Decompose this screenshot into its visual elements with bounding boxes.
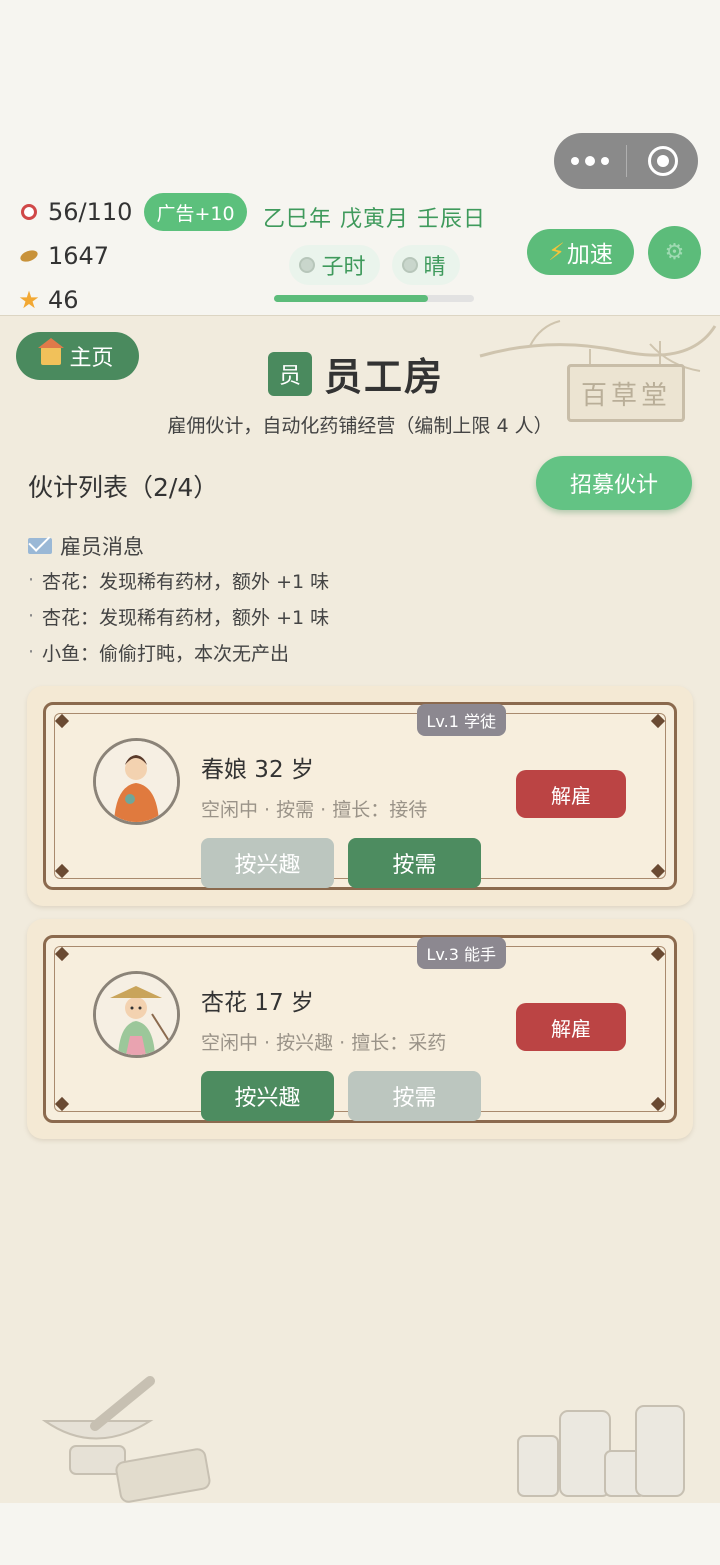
- hp-stat: 56/110 广告+10: [18, 190, 247, 234]
- lightning-icon: ⚡: [548, 238, 565, 266]
- fire-button[interactable]: 解雇: [516, 1003, 626, 1051]
- page-title-text: 员工房: [324, 355, 445, 399]
- star-value: 46: [48, 286, 79, 314]
- messages-title-text: 雇员消息: [60, 535, 144, 559]
- employee-info: 空闲中 · 按兴趣 · 擅长：采药: [201, 1032, 447, 1054]
- level-badge: Lv.3 能手: [416, 937, 506, 969]
- calendar-block: 乙巳年 戊寅月 壬辰日 子时 晴: [262, 201, 487, 285]
- avatar: [93, 971, 180, 1058]
- more-dots-icon[interactable]: [554, 133, 626, 189]
- staff-room-panel: 百草堂 主页 员 员工房 雇佣伙计，自动化药铺经营（编制上限 4 人） 伙计列表…: [0, 315, 720, 1503]
- employee-messages: 雇员消息 · 杏花：发现稀有药材，额外 +1 味 · 杏花：发现稀有药材，额外 +1…: [28, 530, 329, 670]
- mode-demand-button[interactable]: 按需: [348, 1071, 481, 1121]
- mode-interest-button[interactable]: 按兴趣: [201, 838, 334, 888]
- messages-title: 雇员消息: [28, 530, 329, 562]
- weather-label: 晴: [423, 255, 446, 280]
- employee-card: Lv.1 学徒 春娘 32 岁 空闲中 · 按需 · 擅长：接待 解雇 按兴趣 …: [27, 686, 693, 906]
- coin-value: 1647: [48, 242, 110, 270]
- coin-stat: 1647: [18, 234, 247, 278]
- settings-button[interactable]: ⚙: [648, 226, 701, 279]
- speed-up-button[interactable]: ⚡ 加速: [527, 229, 634, 275]
- level-badge: Lv.1 学徒: [416, 704, 506, 736]
- avatar: [93, 738, 180, 825]
- page-title: 员 员工房: [268, 346, 444, 401]
- home-button[interactable]: 主页: [16, 332, 139, 380]
- clock-icon: [299, 257, 316, 273]
- pill-icon: [18, 201, 40, 223]
- speed-up-label: 加速: [566, 242, 613, 268]
- hour-chip: 子时: [289, 245, 380, 285]
- home-label: 主页: [69, 346, 114, 371]
- resource-stats: 56/110 广告+10 1647 ★ 46: [18, 190, 247, 322]
- employee-name: 春娘 32 岁: [201, 757, 314, 783]
- employee-name: 杏花 17 岁: [201, 990, 314, 1016]
- ad-bonus-button[interactable]: 广告+10: [144, 193, 247, 231]
- recruit-button[interactable]: 招募伙计: [536, 456, 692, 510]
- page-subtitle: 雇佣伙计，自动化药铺经营（编制上限 4 人）: [167, 415, 553, 437]
- time-progress-fill: [274, 295, 428, 302]
- calendar-date: 乙巳年 戊寅月 壬辰日: [263, 207, 486, 232]
- staff-icon: 员: [268, 351, 312, 396]
- time-progress-bar: [274, 295, 474, 302]
- woman-portrait-icon: [96, 741, 177, 822]
- envelope-icon: [28, 538, 52, 554]
- message-item: · 杏花：发现稀有药材，额外 +1 味: [28, 605, 330, 629]
- mode-demand-button[interactable]: 按需: [348, 838, 481, 888]
- mini-program-capsule: [554, 133, 698, 189]
- star-icon: ★: [18, 286, 40, 314]
- coin-icon: [18, 245, 40, 267]
- weather-icon: [401, 257, 418, 273]
- message-item: · 小鱼：偷偷打盹，本次无产出: [28, 641, 290, 665]
- gear-icon: ⚙: [664, 240, 685, 265]
- hp-value: 56/110: [48, 198, 133, 226]
- fire-button[interactable]: 解雇: [516, 770, 626, 818]
- apothecary-decoration: [41, 1376, 685, 1503]
- message-item: · 杏花：发现稀有药材，额外 +1 味: [28, 569, 330, 593]
- weather-chip: 晴: [391, 245, 460, 285]
- employee-card: Lv.3 能手 杏花 17 岁 空闲中 · 按兴趣 · 擅长：采药 解雇 按兴趣…: [27, 919, 693, 1139]
- mode-interest-button[interactable]: 按兴趣: [201, 1071, 334, 1121]
- girl-portrait-icon: [96, 974, 177, 1055]
- hour-label: 子时: [321, 255, 366, 280]
- footer-area: [0, 1503, 720, 1565]
- target-circle-icon[interactable]: [627, 133, 698, 189]
- staff-list-title: 伙计列表（2/4）: [28, 473, 219, 502]
- house-icon: [38, 338, 65, 365]
- employee-info: 空闲中 · 按需 · 擅长：接待: [201, 799, 428, 821]
